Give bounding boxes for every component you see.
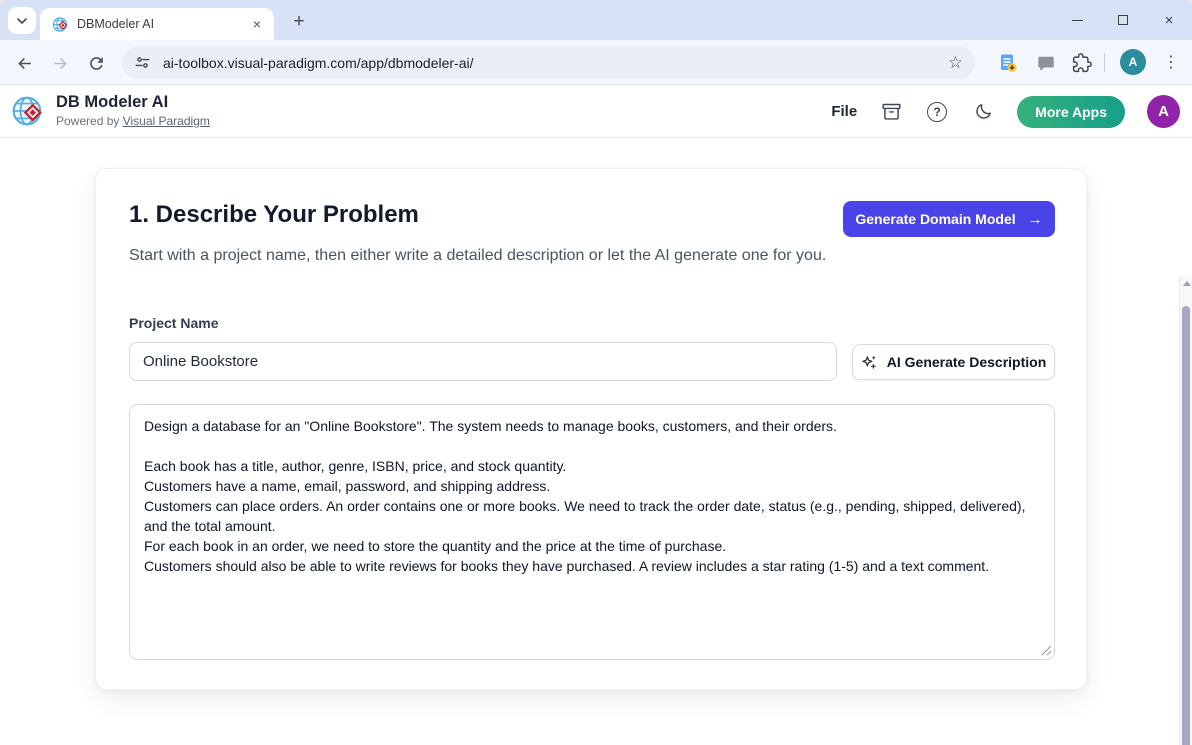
site-settings-icon[interactable] [134,54,151,71]
back-arrow-icon [15,54,34,73]
generate-button-label: Generate Domain Model [855,211,1015,227]
generate-domain-model-button[interactable]: Generate Domain Model → [843,201,1055,237]
more-apps-button[interactable]: More Apps [1017,96,1125,128]
sparkles-icon [861,354,878,371]
dark-mode-moon-icon[interactable] [971,100,995,124]
browser-menu-icon[interactable]: ⋮ [1158,49,1184,75]
project-name-input[interactable] [129,342,837,381]
chevron-down-icon [16,15,28,27]
window-controls: × [1054,0,1192,40]
reload-icon [87,54,106,73]
powered-by-prefix: Powered by [56,114,123,128]
ai-button-label: AI Generate Description [887,354,1047,370]
section-subheading: Start with a project name, then either w… [129,243,834,268]
back-button[interactable] [8,47,40,79]
maximize-icon [1118,15,1128,25]
app-title: DB Modeler AI [56,93,210,112]
new-tab-button[interactable]: + [286,9,312,35]
browser-profile-avatar[interactable]: A [1120,49,1146,75]
document-icon [998,53,1018,73]
browser-tab[interactable]: DBModeler AI × [40,8,274,40]
project-name-label: Project Name [129,315,218,331]
toolbar-divider [1104,53,1105,72]
extensions-icon[interactable] [1070,51,1094,75]
scroll-up-icon[interactable] [1183,281,1191,286]
ai-generate-description-button[interactable]: AI Generate Description [852,344,1055,380]
minimize-button[interactable] [1054,0,1100,40]
url-text: ai-toolbox.visual-paradigm.com/app/dbmod… [163,55,948,71]
app-header: DB Modeler AI Powered by Visual Paradigm… [0,85,1192,138]
scrollbar-thumb[interactable] [1182,306,1190,745]
visual-paradigm-link[interactable]: Visual Paradigm [123,114,210,128]
header-actions: File ? More Apps A [831,85,1180,138]
tab-title: DBModeler AI [77,17,248,31]
close-window-button[interactable]: × [1146,0,1192,40]
address-bar[interactable]: ai-toolbox.visual-paradigm.com/app/dbmod… [122,46,975,79]
page-content: 1. Describe Your Problem Generate Domain… [0,138,1192,745]
close-icon: × [1165,13,1174,28]
docs-extension-icon[interactable] [996,51,1020,75]
tab-close-icon[interactable]: × [248,15,266,33]
maximize-button[interactable] [1100,0,1146,40]
reload-button[interactable] [80,47,112,79]
question-mark-icon: ? [927,102,947,122]
tab-strip: DBModeler AI × + × [0,0,1192,40]
powered-by-text: Powered by Visual Paradigm [56,114,210,128]
description-field-wrap: Design a database for an "Online Booksto… [129,404,1055,660]
comment-bubble-icon[interactable] [1034,51,1058,75]
archive-icon[interactable] [879,100,903,124]
browser-toolbar: ai-toolbox.visual-paradigm.com/app/dbmod… [0,40,1192,85]
description-textarea[interactable]: Design a database for an "Online Booksto… [129,404,1055,660]
file-menu[interactable]: File [831,103,857,120]
describe-problem-card: 1. Describe Your Problem Generate Domain… [95,168,1087,690]
user-avatar[interactable]: A [1147,95,1180,128]
forward-arrow-icon [51,54,70,73]
page-scrollbar[interactable] [1179,276,1192,745]
help-icon[interactable]: ? [925,100,949,124]
section-heading: 1. Describe Your Problem [129,201,419,229]
minimize-icon [1072,20,1083,21]
arrow-right-icon: → [1028,211,1043,228]
forward-button[interactable] [44,47,76,79]
app-title-block: DB Modeler AI Powered by Visual Paradigm [56,93,210,128]
visual-paradigm-logo-icon [11,94,45,128]
bookmark-star-icon[interactable]: ☆ [948,54,963,71]
tab-search-button[interactable] [8,7,36,34]
site-favicon-icon [52,16,69,33]
browser-window: DBModeler AI × + × ai-toolbox.vis [0,0,1192,745]
